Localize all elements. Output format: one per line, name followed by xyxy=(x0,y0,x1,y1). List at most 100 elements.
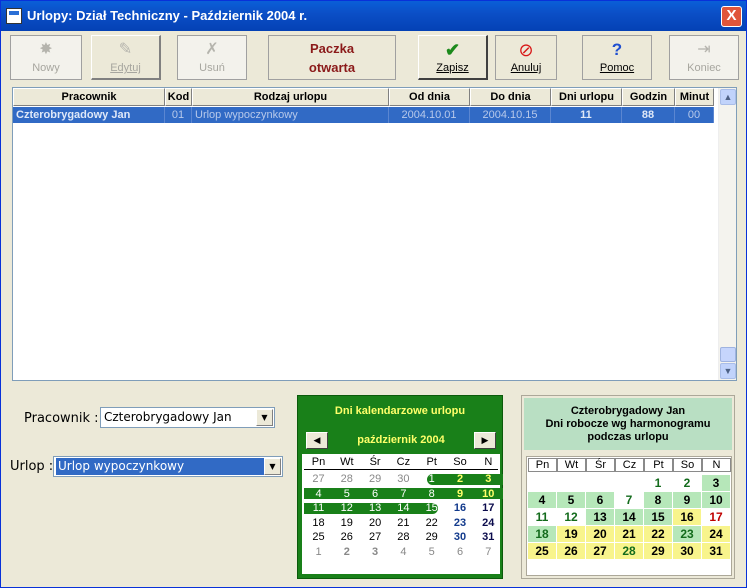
employee-label: Pracownik : xyxy=(24,411,99,426)
calendar-day[interactable]: 11 xyxy=(304,501,333,515)
cell-minutes: 00 xyxy=(675,107,714,123)
calendar-day[interactable]: 31 xyxy=(474,530,503,544)
calendar-day[interactable]: 29 xyxy=(361,472,390,486)
calendar-day[interactable]: 26 xyxy=(332,530,361,544)
chevron-down-icon[interactable]: ▼ xyxy=(264,458,281,475)
col-hours[interactable]: Godzin xyxy=(622,88,675,106)
calendar-day[interactable]: 27 xyxy=(361,530,390,544)
calendar-day[interactable]: 13 xyxy=(361,501,390,515)
schedule-day: 18 xyxy=(528,526,556,542)
scroll-down-icon[interactable]: ▼ xyxy=(720,363,736,379)
calendar-day[interactable]: 27 xyxy=(304,472,333,486)
col-employee[interactable]: Pracownik xyxy=(13,88,165,106)
scroll-up-icon[interactable]: ▲ xyxy=(720,89,736,105)
calendar-day[interactable]: 7 xyxy=(474,545,503,559)
schedule-day: 7 xyxy=(615,492,643,508)
calendar-day[interactable]: 3 xyxy=(474,472,503,486)
leave-type-select[interactable]: Urlop wypoczynkowy ▼ xyxy=(53,456,283,477)
employee-select[interactable]: Czterobrygadowy Jan ▼ xyxy=(100,407,275,428)
exit-icon: ⇥ xyxy=(697,41,711,58)
weekday-header: Śr xyxy=(369,456,381,468)
calendar-day[interactable]: 18 xyxy=(304,516,333,530)
calendar-day[interactable]: 19 xyxy=(332,516,361,530)
cancel-button[interactable]: ⊘ Anuluj xyxy=(495,35,557,80)
col-minutes[interactable]: Minut xyxy=(675,88,714,106)
calendar-day[interactable]: 12 xyxy=(332,501,361,515)
col-to[interactable]: Do dnia xyxy=(470,88,551,106)
col-code[interactable]: Kod xyxy=(165,88,192,106)
work-schedule-title: Czterobrygadowy Jan Dni robocze wg harmo… xyxy=(524,398,732,450)
new-button[interactable]: ✸ Nowy xyxy=(10,35,82,80)
scroll-thumb[interactable] xyxy=(720,347,736,362)
calendar-day[interactable]: 6 xyxy=(361,487,390,501)
calendar-day[interactable]: 28 xyxy=(332,472,361,486)
calendar-day[interactable]: 30 xyxy=(446,530,475,544)
calendar-day[interactable]: 16 xyxy=(446,501,475,515)
calendar-day[interactable]: 10 xyxy=(474,487,503,501)
calendar-day[interactable]: 9 xyxy=(446,487,475,501)
schedule-day: 20 xyxy=(586,526,614,542)
calendar-header: Dni kalendarzowe urlopu xyxy=(334,405,466,417)
work-schedule-panel: Czterobrygadowy Jan Dni robocze wg harmo… xyxy=(521,395,735,579)
schedule-day: 6 xyxy=(586,492,614,508)
delete-button[interactable]: ✗ Usuń xyxy=(177,35,247,80)
calendar-day[interactable]: 28 xyxy=(389,530,418,544)
vertical-scrollbar[interactable]: ▲ ▼ xyxy=(718,88,736,380)
calendar-day[interactable]: 1 xyxy=(417,472,446,486)
calendar-day[interactable]: 4 xyxy=(304,487,333,501)
schedule-day: 9 xyxy=(673,492,701,508)
calendar-day[interactable]: 25 xyxy=(304,530,333,544)
calendar-day[interactable]: 2 xyxy=(446,472,475,486)
calendar-day[interactable]: 23 xyxy=(446,516,475,530)
cell-employee: Czterobrygadowy Jan xyxy=(13,107,165,123)
calendar-day[interactable]: 30 xyxy=(389,472,418,486)
chevron-down-icon[interactable]: ▼ xyxy=(256,409,273,426)
calendar-month: październik 2004 xyxy=(357,434,445,446)
schedule-day: 23 xyxy=(673,526,701,542)
schedule-day: 22 xyxy=(644,526,672,542)
cancel-icon: ⊘ xyxy=(518,40,534,60)
calendar-day[interactable]: 22 xyxy=(417,516,446,530)
calendar-day[interactable]: 4 xyxy=(389,545,418,559)
calendar-day[interactable]: 29 xyxy=(417,530,446,544)
close-button[interactable]: X xyxy=(721,6,742,27)
end-button[interactable]: ⇥ Koniec xyxy=(669,35,739,80)
table-row[interactable]: Czterobrygadowy Jan 01 Urlop wypoczynkow… xyxy=(13,107,714,123)
weekday-header: So xyxy=(453,456,467,468)
calendar-day[interactable]: 8 xyxy=(417,487,446,501)
schedule-day: 4 xyxy=(528,492,556,508)
calendar-day[interactable]: 7 xyxy=(389,487,418,501)
calendar-day[interactable]: 5 xyxy=(417,545,446,559)
calendar-day[interactable]: 21 xyxy=(389,516,418,530)
col-days[interactable]: Dni urlopu xyxy=(551,88,622,106)
next-month-icon[interactable]: ▶ xyxy=(474,432,496,449)
calendar-day[interactable]: 14 xyxy=(389,501,418,515)
edit-button[interactable]: ✎ Edytuj xyxy=(91,35,161,80)
schedule-day: 29 xyxy=(644,543,672,559)
prev-month-icon[interactable]: ◀ xyxy=(306,432,328,449)
weekday-header: Pn xyxy=(311,456,326,468)
calendar-day[interactable]: 1 xyxy=(304,545,333,559)
calendar-day[interactable]: 20 xyxy=(361,516,390,530)
col-from[interactable]: Od dnia xyxy=(389,88,470,106)
schedule-day: 31 xyxy=(702,543,730,559)
schedule-day: 11 xyxy=(528,509,556,525)
calendar-day[interactable]: 2 xyxy=(332,545,361,559)
calendar-day[interactable]: 5 xyxy=(332,487,361,501)
calendar-day[interactable]: 3 xyxy=(361,545,390,559)
help-button[interactable]: ? Pomoc xyxy=(582,35,652,80)
schedule-day: 12 xyxy=(557,509,585,525)
schedule-day: 28 xyxy=(615,543,643,559)
cell-from: 2004.10.01 xyxy=(389,107,470,123)
cell-to: 2004.10.15 xyxy=(470,107,551,123)
leave-table: Pracownik Kod Rodzaj urlopu Od dnia Do d… xyxy=(12,87,737,381)
calendar-day[interactable]: 17 xyxy=(474,501,503,515)
calendar-day[interactable]: 24 xyxy=(474,516,503,530)
schedule-day: 16 xyxy=(673,509,701,525)
schedule-day: 5 xyxy=(557,492,585,508)
weekday-header: Cz xyxy=(396,456,411,468)
calendar-day[interactable]: 15 xyxy=(417,501,446,515)
calendar-day[interactable]: 6 xyxy=(446,545,475,559)
col-leave-type[interactable]: Rodzaj urlopu xyxy=(192,88,389,106)
save-button[interactable]: ✔ Zapisz xyxy=(418,35,488,80)
